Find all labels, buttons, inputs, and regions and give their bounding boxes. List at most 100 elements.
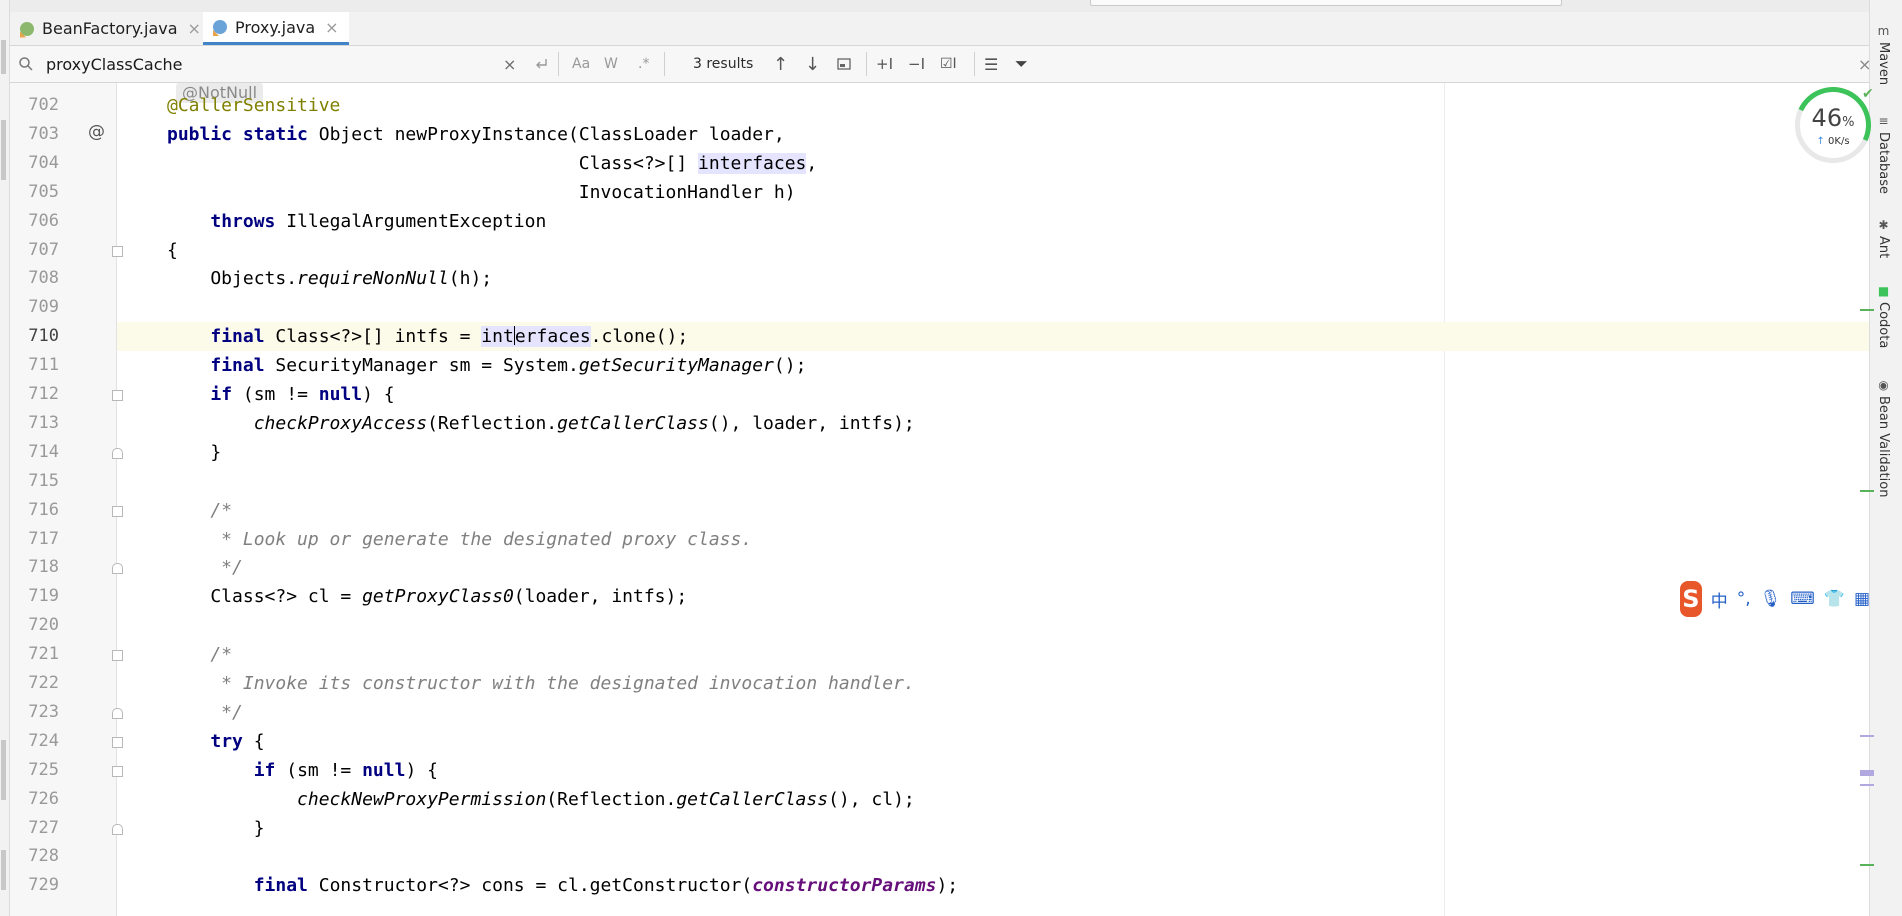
code-line[interactable]: try { bbox=[117, 727, 1869, 756]
line-number[interactable]: 718 bbox=[15, 553, 59, 582]
line-number[interactable]: 728 bbox=[15, 842, 59, 871]
line-number[interactable]: 702 bbox=[15, 91, 59, 120]
line-number[interactable]: 721 bbox=[15, 640, 59, 669]
code-line[interactable]: checkNewProxyPermission(Reflection.getCa… bbox=[117, 785, 1869, 814]
remove-occurrence-icon[interactable]: −Ⅰ bbox=[908, 46, 925, 82]
code-line[interactable]: final SecurityManager sm = System.getSec… bbox=[117, 351, 1869, 380]
occurrence-marker[interactable] bbox=[1860, 784, 1874, 786]
tool-window-maven[interactable]: m Maven bbox=[1876, 24, 1891, 85]
change-marker[interactable] bbox=[1860, 490, 1874, 492]
run-config-box[interactable] bbox=[1090, 0, 1562, 6]
clear-search-icon[interactable]: × bbox=[503, 46, 516, 82]
code-line[interactable] bbox=[117, 293, 1869, 322]
toolbox-grid-icon[interactable]: ▦ bbox=[1854, 589, 1870, 609]
line-number[interactable]: 725 bbox=[15, 756, 59, 785]
line-number[interactable]: 717 bbox=[15, 525, 59, 554]
code-line[interactable]: Objects.requireNonNull(h); bbox=[117, 264, 1869, 293]
code-line[interactable]: @CallerSensitive bbox=[117, 91, 1869, 120]
network-speed-widget[interactable]: 46% ↑ 0K/s bbox=[1784, 76, 1882, 174]
code-line[interactable] bbox=[117, 611, 1869, 640]
left-tool-mark[interactable] bbox=[1, 850, 6, 890]
code-line[interactable]: */ bbox=[117, 698, 1869, 727]
line-number[interactable]: 723 bbox=[15, 698, 59, 727]
select-all-icon[interactable] bbox=[837, 46, 851, 82]
line-number[interactable]: 705 bbox=[15, 178, 59, 207]
left-tool-mark[interactable] bbox=[1, 40, 6, 74]
code-line[interactable] bbox=[117, 467, 1869, 496]
line-number[interactable]: 703 bbox=[15, 120, 59, 149]
code-line[interactable]: */ bbox=[117, 553, 1869, 582]
line-number[interactable]: 711 bbox=[15, 351, 59, 380]
skin-shirt-icon[interactable]: 👕 bbox=[1824, 589, 1845, 609]
code-line[interactable]: InvocationHandler h) bbox=[117, 178, 1869, 207]
filter-icon[interactable]: ⏷ bbox=[1015, 46, 1028, 82]
keyboard-icon[interactable]: ⌨ bbox=[1790, 589, 1815, 609]
microphone-icon[interactable]: 🎙 bbox=[1760, 589, 1782, 609]
line-number[interactable]: 722 bbox=[15, 669, 59, 698]
select-all-occurrences-icon[interactable]: ☑Ⅰ bbox=[940, 46, 957, 82]
line-number[interactable]: 720 bbox=[15, 611, 59, 640]
words-button[interactable]: W bbox=[604, 46, 618, 82]
tab-beanfactory[interactable]: BeanFactory.java × bbox=[10, 12, 211, 45]
code-line[interactable]: final Constructor<?> cons = cl.getConstr… bbox=[117, 871, 1869, 900]
line-number[interactable]: 704 bbox=[15, 149, 59, 178]
code-line[interactable]: Class<?> cl = getProxyClass0(loader, int… bbox=[117, 582, 1869, 611]
line-number[interactable]: 707 bbox=[15, 236, 59, 265]
line-number[interactable]: 713 bbox=[15, 409, 59, 438]
code-line[interactable]: if (sm != null) { bbox=[117, 380, 1869, 409]
code-editor[interactable]: @NotNull @CallerSensitive public static Ob… bbox=[117, 83, 1869, 916]
line-number[interactable]: 727 bbox=[15, 814, 59, 843]
change-marker[interactable] bbox=[1860, 309, 1874, 311]
tool-window-ant[interactable]: ✱ Ant bbox=[1876, 218, 1891, 258]
search-input[interactable] bbox=[46, 52, 486, 76]
code-line[interactable]: * Invoke its constructor with the design… bbox=[117, 669, 1869, 698]
code-line[interactable]: throws IllegalArgumentException bbox=[117, 207, 1869, 236]
inspection-ok-icon[interactable]: ✔ bbox=[1862, 86, 1874, 102]
code-line[interactable]: Class<?>[] interfaces, bbox=[117, 149, 1869, 178]
code-line[interactable]: public static Object newProxyInstance(Cl… bbox=[117, 120, 1869, 149]
code-line[interactable]: } bbox=[117, 438, 1869, 467]
regex-button[interactable]: .* bbox=[638, 46, 649, 82]
code-line[interactable]: /* bbox=[117, 496, 1869, 525]
sogou-logo-icon[interactable]: S bbox=[1680, 581, 1702, 617]
code-line[interactable] bbox=[117, 842, 1869, 871]
tab-proxy[interactable]: Proxy.java × bbox=[203, 12, 349, 45]
line-number[interactable]: 729 bbox=[15, 871, 59, 900]
change-marker[interactable] bbox=[1860, 864, 1874, 866]
tool-window-codota[interactable]: ■ Codota bbox=[1876, 284, 1891, 348]
ime-mode-button[interactable]: 中 bbox=[1711, 587, 1728, 612]
code-line[interactable]: if (sm != null) { bbox=[117, 756, 1869, 785]
line-number[interactable]: 709 bbox=[15, 293, 59, 322]
arrow-down-icon[interactable]: ↓ bbox=[805, 46, 820, 82]
occurrence-marker[interactable] bbox=[1860, 770, 1874, 776]
line-number[interactable]: 710 bbox=[15, 322, 59, 351]
line-number[interactable]: 708 bbox=[15, 264, 59, 293]
code-line[interactable]: } bbox=[117, 814, 1869, 843]
left-tool-mark[interactable] bbox=[1, 740, 6, 800]
code-line[interactable]: * Look up or generate the designated pro… bbox=[117, 525, 1869, 554]
tool-window-bean-validation[interactable]: ◉ Bean Validation bbox=[1876, 378, 1891, 497]
close-icon[interactable]: × bbox=[188, 19, 201, 38]
line-number[interactable]: 719 bbox=[15, 582, 59, 611]
tool-window-database[interactable]: ≡ Database bbox=[1876, 114, 1891, 194]
code-line[interactable]: checkProxyAccess(Reflection.getCallerCla… bbox=[117, 409, 1869, 438]
filter-options-icon[interactable]: ☰ bbox=[984, 46, 998, 82]
code-line[interactable]: final Class<?>[] intfs = interfaces.clon… bbox=[117, 322, 1869, 352]
punctuation-icon[interactable]: °, bbox=[1737, 589, 1751, 609]
add-occurrence-icon[interactable]: +Ⅰ bbox=[876, 46, 893, 82]
code-line[interactable]: { bbox=[117, 236, 1869, 265]
line-number[interactable]: 716 bbox=[15, 496, 59, 525]
line-number[interactable]: 706 bbox=[15, 207, 59, 236]
code-line[interactable]: /* bbox=[117, 640, 1869, 669]
line-number[interactable]: 715 bbox=[15, 467, 59, 496]
new-line-icon[interactable] bbox=[534, 46, 548, 82]
arrow-up-icon[interactable]: ↑ bbox=[773, 46, 788, 82]
overridden-method-icon[interactable]: @ bbox=[88, 122, 105, 142]
line-number[interactable]: 714 bbox=[15, 438, 59, 467]
occurrence-marker[interactable] bbox=[1860, 735, 1874, 737]
line-number[interactable]: 724 bbox=[15, 727, 59, 756]
line-number[interactable]: 712 bbox=[15, 380, 59, 409]
close-icon[interactable]: × bbox=[325, 18, 338, 37]
line-number[interactable]: 726 bbox=[15, 785, 59, 814]
left-tool-mark[interactable] bbox=[1, 120, 6, 180]
